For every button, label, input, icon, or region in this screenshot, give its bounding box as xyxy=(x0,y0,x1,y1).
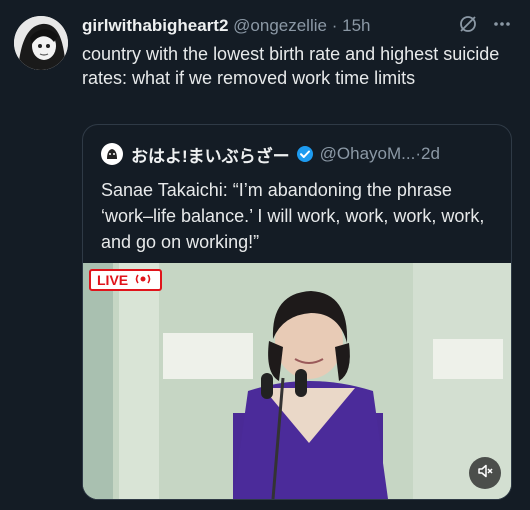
tweet-header: girlwithabigheart2 @ongezellie · 15h xyxy=(82,14,522,38)
more-icon[interactable] xyxy=(492,14,512,39)
live-label: LIVE xyxy=(97,272,129,288)
mute-icon xyxy=(476,462,494,485)
tweet-actions-top xyxy=(458,14,512,38)
grok-icon[interactable] xyxy=(458,14,478,39)
quoted-tweet-text: Sanae Takaichi: “I’m abandoning the phra… xyxy=(101,180,485,252)
live-signal-icon xyxy=(132,272,154,289)
live-badge: LIVE xyxy=(89,269,163,291)
quoted-author-avatar[interactable] xyxy=(101,143,123,165)
quoted-author-handle[interactable]: @OhayoM... xyxy=(320,144,416,164)
tweet-timestamp[interactable]: 15h xyxy=(342,16,370,35)
author-avatar[interactable] xyxy=(14,16,68,70)
quoted-tweet-timestamp[interactable]: 2d xyxy=(421,144,440,164)
video-frame xyxy=(83,263,511,499)
author-name[interactable]: girlwithabigheart2 xyxy=(82,16,228,35)
quoted-tweet[interactable]: おはよ!まいぶらざー @OhayoM... · 2d Sanae Takaich… xyxy=(82,124,512,500)
verified-badge-icon xyxy=(296,145,314,163)
video-player[interactable]: LIVE xyxy=(83,263,511,499)
separator-dot: · xyxy=(331,16,338,35)
mute-button[interactable] xyxy=(469,457,501,489)
author-handle[interactable]: @ongezellie xyxy=(233,16,327,35)
quoted-author-name[interactable]: おはよ!まいぶらざー xyxy=(131,142,290,167)
quoted-tweet-header: おはよ!まいぶらざー @OhayoM... · 2d xyxy=(101,141,440,167)
tweet-text: country with the lowest birth rate and h… xyxy=(82,44,500,88)
